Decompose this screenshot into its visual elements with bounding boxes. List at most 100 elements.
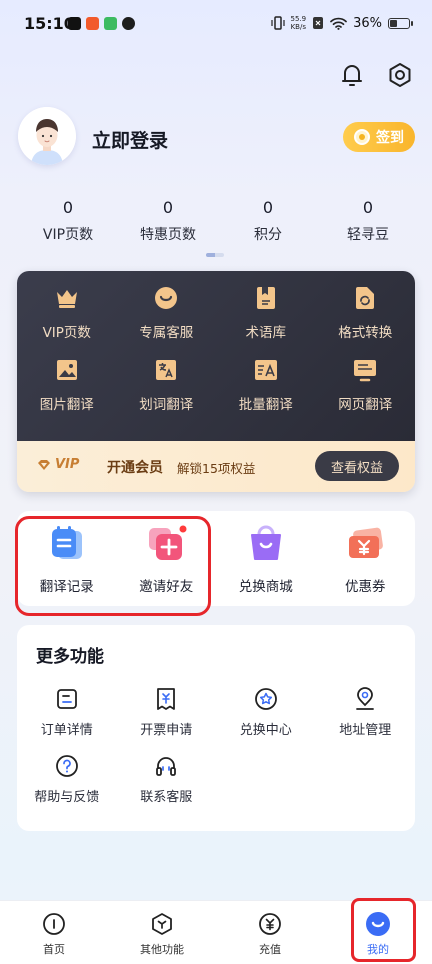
- nav-label: 充值: [259, 943, 281, 956]
- location-icon: [353, 687, 377, 711]
- stat-beans[interactable]: 0 轻寻豆: [318, 198, 418, 244]
- feature-address[interactable]: 地址管理: [316, 687, 416, 738]
- vip-item-label: VIP页数: [42, 325, 91, 341]
- battery-percent: 36%: [353, 15, 382, 31]
- invoice-icon: [154, 687, 178, 711]
- order-icon: [55, 687, 79, 711]
- stat-label: 特惠页数: [140, 227, 196, 243]
- login-link[interactable]: 立即登录: [92, 126, 168, 153]
- tool-label: 优惠券: [345, 579, 386, 595]
- vip-item-service[interactable]: 专属客服: [117, 285, 217, 341]
- stat-label: 积分: [254, 227, 282, 243]
- avatar[interactable]: [18, 107, 76, 165]
- vip-item-label: 图片翻译: [39, 397, 94, 413]
- stat-value: 0: [262, 198, 274, 217]
- feature-label: 地址管理: [339, 723, 392, 738]
- vip-badge: VIP: [37, 457, 79, 472]
- features-icon: [149, 911, 175, 937]
- batch-icon: [253, 357, 279, 383]
- vip-item-label: 格式转换: [338, 325, 393, 341]
- feature-label: 订单详情: [40, 723, 93, 738]
- stat-value: 0: [62, 198, 74, 217]
- vip-item-webpage-translate[interactable]: 网页翻译: [316, 357, 416, 413]
- vip-open-title: 开通会员: [107, 460, 163, 476]
- home-icon: [41, 911, 67, 937]
- stats-row: 0 VIP页数 0 特惠页数 0 积分 0 轻寻豆: [18, 198, 418, 244]
- status-bar: 15:10 55.9 KB/s 36%: [0, 0, 432, 52]
- feature-help-feedback[interactable]: 帮助与反馈: [17, 754, 117, 805]
- feature-label: 兑换中心: [239, 723, 292, 738]
- diamond-icon: [38, 459, 50, 470]
- nav-other-features[interactable]: 其他功能: [108, 901, 216, 964]
- stat-vip-pages[interactable]: 0 VIP页数: [18, 198, 118, 244]
- more-features-card: 更多功能 订单详情 开票申请 兑换中心 地址管理 帮助与反馈 联系客服: [17, 625, 415, 831]
- vip-item-image-translate[interactable]: 图片翻译: [17, 357, 117, 413]
- vip-promo-bar[interactable]: VIP 开通会员 解锁15项权益 查看权益: [17, 441, 415, 492]
- net-speed: 55.9 KB/s: [290, 15, 307, 31]
- vip-item-label: 批量翻译: [238, 397, 293, 413]
- vip-item-label: 网页翻译: [338, 397, 393, 413]
- app-notification-icon-3: [122, 17, 135, 30]
- view-benefits-button[interactable]: 查看权益: [315, 451, 399, 481]
- feature-label: 帮助与反馈: [34, 790, 100, 805]
- vip-card: VIP页数 专属客服 术语库 格式转换 图片翻译 划词翻译 批量翻译 网页翻译 …: [17, 271, 415, 492]
- stat-value: 0: [362, 198, 374, 217]
- vip-item-label: 专属客服: [139, 325, 194, 341]
- battery-icon: [388, 17, 413, 29]
- stat-label: 轻寻豆: [347, 227, 389, 243]
- text-translate-icon: [153, 357, 179, 383]
- crown-icon: [54, 285, 80, 311]
- vip-item-format-convert[interactable]: 格式转换: [316, 285, 416, 341]
- vibrate-icon: [270, 16, 285, 30]
- feature-contact-service[interactable]: 联系客服: [117, 754, 217, 805]
- feature-exchange-center[interactable]: 兑换中心: [216, 687, 316, 738]
- feature-order-details[interactable]: 订单详情: [17, 687, 117, 738]
- webpage-icon: [352, 357, 378, 383]
- vip-item-vip-pages[interactable]: VIP页数: [17, 285, 117, 341]
- shop-icon: [247, 525, 285, 563]
- vip-item-label: 划词翻译: [139, 397, 194, 413]
- image-icon: [54, 357, 80, 383]
- feature-label: 开票申请: [140, 723, 193, 738]
- vip-item-term-library[interactable]: 术语库: [216, 285, 316, 341]
- convert-icon: [352, 285, 378, 311]
- tool-exchange-mall[interactable]: 兑换商城: [216, 525, 316, 595]
- stat-discount-pages[interactable]: 0 特惠页数: [118, 198, 218, 244]
- vip-item-word-translate[interactable]: 划词翻译: [117, 357, 217, 413]
- exchange-icon: [254, 687, 278, 711]
- checkin-button[interactable]: 签到: [343, 122, 415, 152]
- recharge-icon: [257, 911, 283, 937]
- nav-label: 其他功能: [140, 943, 184, 956]
- book-icon: [253, 285, 279, 311]
- page-indicator: [206, 253, 224, 257]
- feature-invoice[interactable]: 开票申请: [117, 687, 217, 738]
- stat-value: 0: [162, 198, 174, 217]
- nav-recharge[interactable]: 充值: [216, 901, 324, 964]
- vip-benefits-panel: VIP页数 专属客服 术语库 格式转换 图片翻译 划词翻译 批量翻译 网页翻译: [17, 271, 415, 441]
- vip-open-subtitle: 解锁15项权益: [177, 461, 256, 476]
- headset-icon: [154, 754, 178, 778]
- wifi-icon: [330, 17, 347, 30]
- app-notification-icon-2: [104, 17, 117, 30]
- vip-item-label: 术语库: [245, 325, 287, 341]
- stat-points[interactable]: 0 积分: [218, 198, 318, 244]
- tool-label: 兑换商城: [238, 579, 293, 595]
- highlight-box-nav: [351, 898, 416, 962]
- sim-icon: [313, 17, 324, 29]
- section-title: 更多功能: [36, 647, 104, 667]
- tiktok-icon: [68, 17, 81, 30]
- nav-home[interactable]: 首页: [0, 901, 108, 964]
- highlight-box: [15, 516, 211, 616]
- nav-label: 首页: [43, 943, 65, 956]
- coin-icon: [354, 129, 370, 145]
- tool-coupon[interactable]: 优惠券: [316, 525, 416, 595]
- notification-bell-icon[interactable]: [337, 60, 367, 90]
- app-notification-icon: [86, 17, 99, 30]
- feature-label: 联系客服: [140, 790, 193, 805]
- help-icon: [55, 754, 79, 778]
- vip-item-batch-translate[interactable]: 批量翻译: [216, 357, 316, 413]
- coupon-icon: [346, 525, 384, 563]
- checkin-label: 签到: [376, 130, 404, 146]
- stat-label: VIP页数: [42, 227, 94, 243]
- settings-gear-icon[interactable]: [385, 60, 415, 90]
